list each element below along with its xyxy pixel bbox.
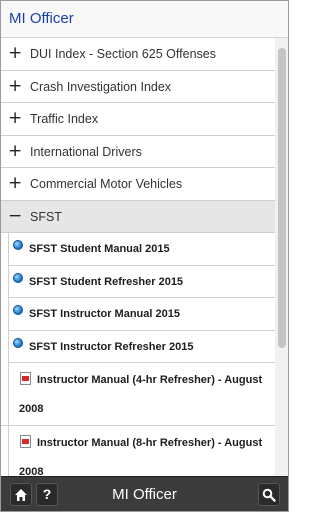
expand-plus-icon: + (8, 43, 23, 63)
expand-plus-icon: + (8, 108, 23, 128)
list-item-instructor-manual-4hr[interactable]: Instructor Manual (4-hr Refresher) - Aug… (1, 363, 275, 427)
list-item-sfst-instructor-refresher[interactable]: SFST Instructor Refresher 2015 (8, 330, 275, 364)
category-label: SFST (30, 209, 62, 224)
category-label: Traffic Index (30, 112, 99, 126)
category-crash-investigation[interactable]: + Crash Investigation Index (1, 70, 275, 103)
pdf-icon (20, 372, 31, 386)
category-traffic-index[interactable]: + Traffic Index (1, 103, 275, 136)
list-item-label-continued: 2008 (19, 403, 44, 416)
search-button[interactable] (258, 483, 280, 506)
category-dui-index[interactable]: + DUI Index - Section 625 Offenses (1, 38, 275, 71)
globe-icon (13, 240, 23, 250)
category-sfst[interactable]: − SFST (1, 200, 275, 233)
list-scrollbar[interactable] (275, 38, 288, 476)
index-list: + DUI Index - Section 625 Offenses + Cra… (1, 38, 275, 476)
list-item-label: SFST Instructor Manual 2015 (29, 308, 180, 321)
category-label: Commercial Motor Vehicles (30, 177, 183, 191)
list-item-sfst-student-manual[interactable]: SFST Student Manual 2015 (8, 233, 275, 266)
list-item-sfst-instructor-manual[interactable]: SFST Instructor Manual 2015 (8, 298, 275, 331)
scrollbar-thumb[interactable] (278, 48, 286, 348)
category-label: DUI Index - Section 625 Offenses (30, 47, 216, 61)
list-item-label-continued: 2008 (19, 466, 44, 476)
list-item-label: SFST Student Manual 2015 (29, 243, 170, 255)
expand-plus-icon: + (8, 173, 23, 193)
list-item-label: SFST Student Refresher 2015 (29, 275, 184, 288)
category-commercial-motor-vehicles[interactable]: + Commercial Motor Vehicles (1, 168, 275, 201)
search-icon (262, 488, 276, 502)
globe-icon (13, 272, 23, 283)
list-item-label: Instructor Manual (8-hr Refresher) - Aug… (37, 437, 263, 450)
category-label: Crash Investigation Index (30, 79, 172, 94)
list-item-label: Instructor Manual (4-hr Refresher) - Aug… (37, 374, 263, 387)
list-item-body: Instructor Manual (8-hr Refresher) - Aug… (8, 426, 275, 476)
app-title: MI Officer (9, 10, 74, 27)
list-item-label: SFST Instructor Refresher 2015 (29, 340, 194, 353)
expand-plus-icon: + (8, 140, 23, 161)
app-frame: MI Officer + DUI Index - Section 625 Off… (0, 0, 289, 512)
list-item-sfst-student-refresher[interactable]: SFST Student Refresher 2015 (8, 265, 275, 299)
app-header: MI Officer (1, 1, 288, 38)
app-footer: ? MI Officer (1, 476, 288, 511)
globe-icon (13, 305, 23, 316)
category-label: International Drivers (30, 144, 142, 159)
expand-plus-icon: + (8, 75, 23, 96)
category-international-drivers[interactable]: + International Drivers (1, 135, 275, 168)
list-item-body: Instructor Manual (4-hr Refresher) - Aug… (8, 363, 275, 427)
collapse-minus-icon: − (8, 205, 23, 226)
footer-title: MI Officer (112, 486, 177, 503)
pdf-icon (20, 435, 31, 449)
list-item-instructor-manual-8hr[interactable]: Instructor Manual (8-hr Refresher) - Aug… (1, 426, 275, 476)
globe-icon (13, 337, 23, 348)
